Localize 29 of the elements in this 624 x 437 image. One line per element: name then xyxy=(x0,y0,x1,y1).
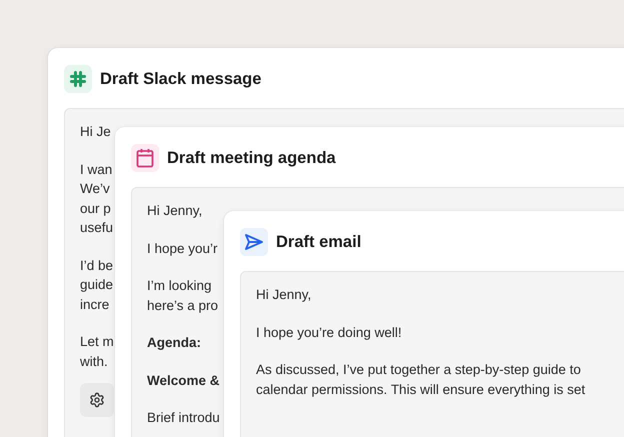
draft-text-line: Hi Jenny, xyxy=(256,286,312,304)
draft-text-line: We’v xyxy=(80,180,110,198)
draft-text-line: I wan xyxy=(80,160,112,178)
draft-text-line: calendar permissions. This will ensure everything is set xyxy=(256,380,586,399)
settings-button[interactable] xyxy=(80,383,114,417)
draft-text-line: here’s a pro xyxy=(147,296,218,315)
send-icon xyxy=(244,233,264,251)
draft-text-line: As discussed, I’ve put together a step-by-step guide to xyxy=(256,361,581,379)
draft-text-line: I’m looking xyxy=(147,277,212,295)
draft-text-line: Hi Jenny, xyxy=(147,202,202,220)
draft-text-line: usefu xyxy=(80,219,114,237)
draft-text-line: incre xyxy=(80,296,110,314)
draft-text-line: with. xyxy=(80,352,108,370)
draft-text-line: Brief introdu xyxy=(147,409,220,427)
draft-text-line: our p xyxy=(80,200,111,218)
hash-logo-icon xyxy=(69,70,87,88)
card-title: Draft meeting agenda xyxy=(167,148,336,168)
draft-text-line: Agenda: xyxy=(147,334,201,352)
draft-text-line: I’d be xyxy=(80,256,114,274)
draft-text-line: Welcome & xyxy=(147,372,220,390)
draft-text-line: guide xyxy=(80,276,114,294)
card-title: Draft email xyxy=(276,232,362,252)
draft-text-line: I hope you’r xyxy=(147,240,218,258)
draft-text-line: Hi Je xyxy=(80,123,111,141)
card-title: Draft Slack message xyxy=(100,70,262,88)
draft-text-line: Let m xyxy=(80,333,114,351)
calendar-icon xyxy=(136,148,154,168)
draft-text-line: I hope you’re doing well! xyxy=(256,324,402,342)
settings-icon xyxy=(89,392,105,408)
